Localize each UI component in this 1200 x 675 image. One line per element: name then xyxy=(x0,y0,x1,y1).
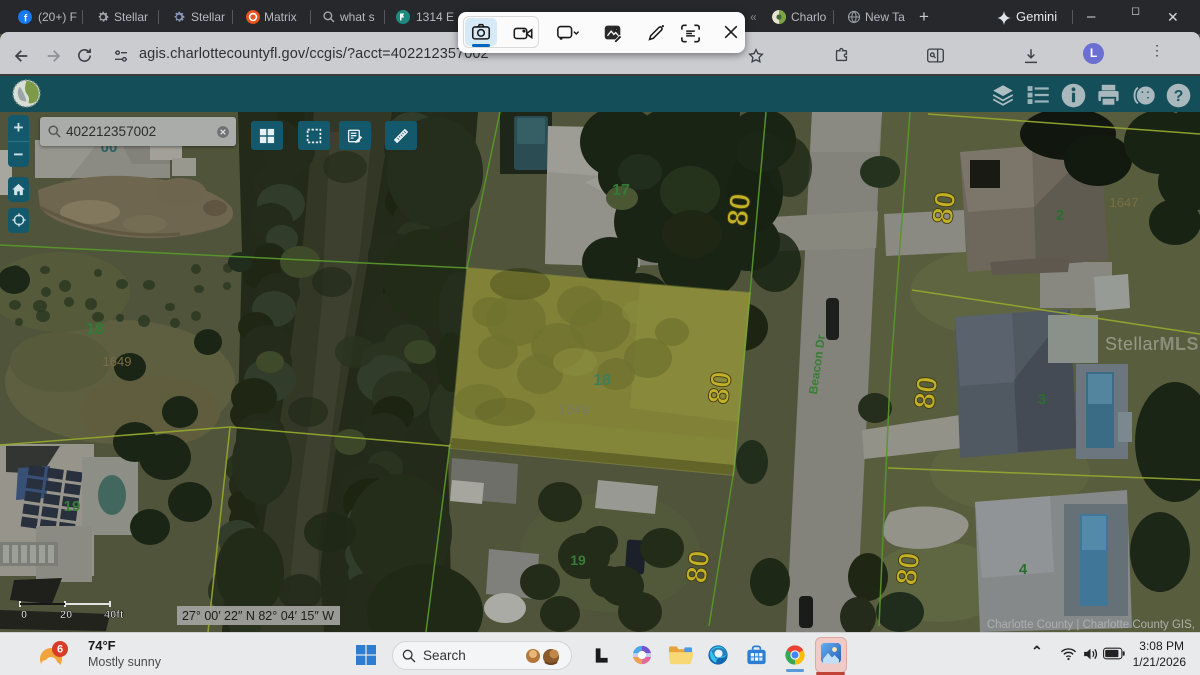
svg-text:?: ? xyxy=(1174,88,1184,105)
svg-text:6: 6 xyxy=(57,644,63,656)
